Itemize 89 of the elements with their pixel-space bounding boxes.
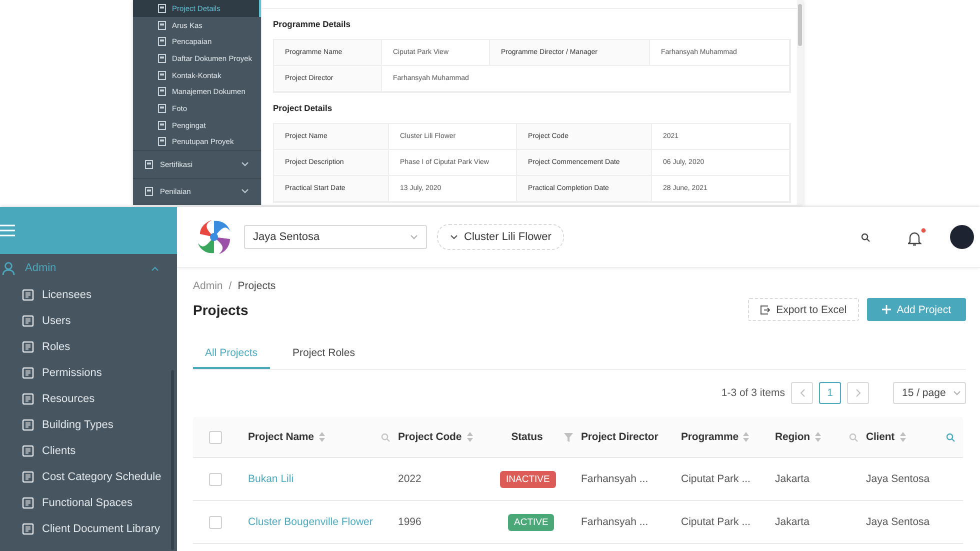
row-checkbox[interactable]: [209, 516, 222, 528]
page-icon: [22, 393, 34, 405]
scrollbar[interactable]: [797, 0, 803, 205]
page-icon: [22, 523, 34, 535]
sidebar-item[interactable]: Licensees: [0, 282, 177, 308]
plus-icon: [882, 305, 891, 314]
sort-icon: [466, 432, 473, 442]
export-button[interactable]: Export to Excel: [748, 298, 859, 321]
page-size-select[interactable]: 15 / page: [893, 382, 966, 404]
sidebar-item[interactable]: Resources: [0, 386, 177, 412]
menu-icon[interactable]: [0, 224, 15, 237]
section-title: Programme Details: [273, 19, 352, 29]
chevron-right-icon: [856, 389, 860, 397]
page-icon: [22, 419, 34, 431]
column-header[interactable]: Project Director: [581, 431, 681, 443]
sidebar-item[interactable]: Users: [0, 308, 177, 334]
next-page-button[interactable]: [847, 382, 869, 404]
notification-bell-icon[interactable]: [908, 228, 926, 246]
chevron-left-icon: [800, 389, 804, 397]
avatar[interactable]: [950, 225, 974, 249]
table-cell-text: 1996: [398, 516, 422, 528]
sort-icon: [814, 432, 821, 442]
table-cell-text: 2022: [398, 473, 422, 485]
page-icon: [158, 37, 166, 46]
table-cell-text: Jaya Sentosa: [866, 516, 931, 528]
column-header[interactable]: Client: [866, 431, 963, 443]
breadcrumb-item[interactable]: Admin: [193, 280, 223, 292]
column-header[interactable]: Programme: [681, 431, 775, 443]
status-badge: ACTIVE: [508, 514, 554, 530]
sidebar-item[interactable]: Client Document Library: [0, 516, 177, 542]
sidebar-item[interactable]: Building Types: [0, 412, 177, 438]
pagination-summary: 1-3 of 3 items: [721, 387, 785, 399]
table-cell-text: Farhansyah ...: [581, 516, 650, 528]
page-icon: [22, 341, 34, 353]
status-badge: INACTIVE: [500, 470, 556, 488]
page-icon: [158, 87, 166, 96]
column-header[interactable]: Project Code: [398, 431, 495, 443]
chevron-icon: [241, 189, 249, 194]
table-cell-text: Jaya Sentosa: [866, 473, 931, 485]
section-title: Project Details: [273, 103, 334, 113]
chevron-icon: [410, 234, 418, 240]
export-icon: [760, 304, 770, 314]
sidebar-item[interactable]: Clients: [0, 438, 177, 464]
sort-icon: [318, 432, 325, 442]
sidebar-item[interactable]: Functional Spaces: [0, 490, 177, 516]
table-cell-text: Jakarta: [775, 473, 810, 485]
page-icon: [145, 160, 153, 169]
project-select[interactable]: Cluster Lili Flower: [437, 224, 564, 250]
page-icon: [158, 120, 166, 130]
table-cell-text: Farhansyah ...: [581, 473, 650, 485]
page-icon: [145, 187, 153, 196]
sidebar-item[interactable]: Permissions: [0, 360, 177, 386]
page-icon: [22, 315, 34, 327]
sidebar-item[interactable]: Roles: [0, 334, 177, 360]
page-icon: [158, 137, 166, 146]
page-icon: [22, 445, 34, 457]
column-header[interactable]: Project Name: [248, 431, 398, 443]
sidebar-item[interactable]: Cost Category Schedule: [0, 464, 177, 490]
table-cell-text: Jakarta: [775, 516, 810, 528]
page-icon: [158, 70, 166, 80]
company-select[interactable]: Jaya Sentosa: [244, 225, 427, 249]
chevron-icon: [450, 234, 458, 240]
breadcrumb-item: Projects: [238, 280, 276, 292]
page-icon: [158, 104, 166, 113]
column-header[interactable]: Status: [495, 431, 581, 443]
filter-icon[interactable]: [564, 432, 573, 442]
chevron-icon: [953, 390, 961, 396]
user-icon: [2, 262, 15, 274]
page-icon: [22, 367, 34, 379]
previous-page-button[interactable]: [791, 382, 813, 404]
chevron-icon: [151, 266, 159, 270]
page-icon: [22, 471, 34, 483]
row-checkbox[interactable]: [209, 472, 222, 486]
tab[interactable]: Project Roles: [280, 340, 367, 369]
table-cell-text: Ciputat Park ...: [681, 473, 752, 485]
page-icon: [22, 497, 34, 509]
page-icon: [22, 289, 34, 301]
select-all-checkbox[interactable]: [209, 430, 222, 444]
page-icon: [158, 4, 166, 13]
chevron-icon: [241, 162, 249, 167]
sort-icon: [743, 432, 750, 442]
page-title: Projects: [193, 302, 250, 318]
sort-icon: [900, 432, 906, 442]
page-icon: [158, 54, 166, 63]
column-header[interactable]: Region: [775, 431, 866, 443]
table-cell-text: Ciputat Park ...: [681, 516, 752, 528]
page-icon: [158, 20, 166, 30]
search-icon[interactable]: [861, 232, 870, 242]
breadcrumb-separator: /: [228, 280, 232, 292]
